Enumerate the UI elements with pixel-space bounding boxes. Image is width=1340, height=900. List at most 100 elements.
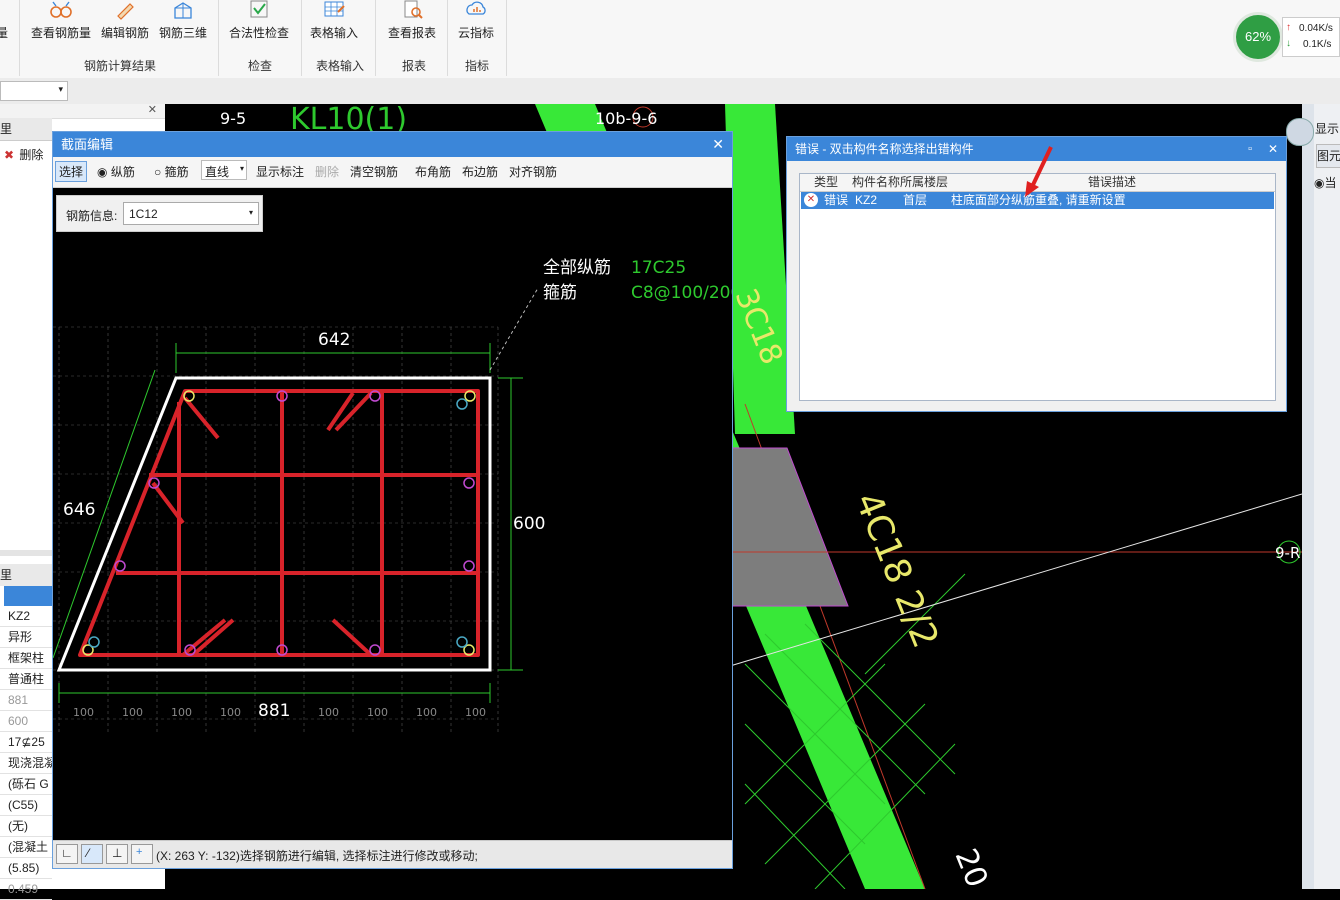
property-value[interactable]: 异形	[0, 627, 52, 648]
dim-left[interactable]: 646	[63, 500, 95, 520]
divider	[447, 0, 448, 76]
delete-icon: ✖	[4, 148, 15, 162]
grid	[53, 326, 499, 733]
network-speed-panel: ↑ 0.04K/s ↓ 0.1K/s	[1282, 17, 1340, 57]
leader-line	[489, 287, 539, 371]
all-longitudinal-value[interactable]: 17C25	[631, 258, 686, 278]
property-value[interactable]: 0.459	[0, 879, 52, 900]
rebar-points[interactable]	[82, 390, 476, 656]
group-label-check: 检查	[247, 59, 272, 73]
divider	[19, 0, 20, 76]
rebar-info-label: 钢筋信息:	[66, 209, 118, 223]
section-toolbar: 选择 ◉ 纵筋 ○ 箍筋 直线 ▾ 显示标注 删除 清空钢筋 布角筋 布边筋 对…	[53, 157, 732, 188]
line-type-select[interactable]: 直线 ▾	[201, 160, 247, 180]
property-value[interactable]: 普通柱	[0, 669, 52, 690]
property-value[interactable]: 现浇混凝	[0, 753, 52, 774]
left-tab[interactable]: 里	[0, 118, 52, 141]
dim-top[interactable]: 642	[318, 330, 350, 350]
property-value[interactable]: (5.85)	[0, 858, 52, 879]
floor-select[interactable]: ▾	[0, 81, 68, 101]
radio-icon: ◉	[1314, 176, 1325, 190]
beam-shape[interactable]	[725, 104, 795, 434]
cloud-index-button[interactable]: 云指标	[456, 0, 496, 48]
section-outline[interactable]	[56, 376, 492, 672]
dim-bottom[interactable]: 881	[258, 701, 290, 721]
delete-button[interactable]: 删除	[315, 163, 339, 180]
property-value[interactable]: KZ2	[0, 606, 52, 627]
angle-snap-button[interactable]: ⁄	[81, 844, 103, 864]
grid-label: 100	[416, 706, 437, 719]
edit-rebar-button[interactable]: 编辑钢筋	[99, 0, 151, 48]
axis-label: 9-5	[220, 109, 246, 128]
select-button[interactable]: 选择	[55, 161, 88, 182]
cube-icon	[174, 2, 192, 19]
rebar-info-box: 钢筋信息: 1C12 ▾	[56, 195, 263, 232]
upload-speed: 0.04K/s	[1299, 23, 1333, 34]
stirrup-value[interactable]: C8@100/200	[631, 283, 741, 303]
longitudinal-radio[interactable]: ◉ 纵筋	[97, 163, 135, 180]
layer-radio[interactable]: ◉当	[1314, 174, 1337, 191]
close-icon[interactable]: ✕	[712, 132, 724, 157]
left-tab-2[interactable]: 里	[0, 564, 52, 586]
error-component-name[interactable]: KZ2	[855, 192, 877, 209]
dim-right[interactable]: 600	[513, 514, 545, 534]
chevron-down-icon: ▾	[239, 164, 244, 173]
quantity-button[interactable]: 量	[0, 0, 10, 48]
column-header[interactable]: 构件名称	[852, 174, 900, 191]
ribbon-toolbar: 量 查看钢筋量 编辑钢筋 钢筋三维 合法性检查 表格输入 查看报表 云指标 钢筋…	[0, 0, 1340, 79]
view-rebar-quantity-button[interactable]: 查看钢筋量	[29, 0, 93, 48]
ortho-snap-button[interactable]: ∟	[56, 844, 78, 864]
column-shape[interactable]	[729, 447, 849, 607]
stirrup-radio[interactable]: ○ 箍筋	[154, 163, 189, 180]
validity-check-button[interactable]: 合法性检查	[227, 0, 291, 48]
property-value[interactable]: 881	[0, 690, 52, 711]
property-value[interactable]: (C55)	[0, 795, 52, 816]
delete-button[interactable]: ✖ 删除	[4, 146, 52, 164]
view-report-button[interactable]: 查看报表	[386, 0, 438, 48]
property-value[interactable]: (无)	[0, 816, 52, 837]
close-icon[interactable]: ✕	[1268, 137, 1278, 161]
property-value[interactable]: 17⊈25	[0, 732, 52, 753]
error-title: 错误 - 双击构件名称选择出错构件	[795, 142, 974, 156]
dialog-titlebar[interactable]: 截面编辑 ✕	[53, 132, 732, 157]
rebar-3d-button[interactable]: 钢筋三维	[157, 0, 209, 48]
property-value[interactable]: 框架柱	[0, 648, 52, 669]
red-arrow-annotation	[1025, 146, 1053, 197]
grid-label: 100	[220, 706, 241, 719]
display-label: 显示	[1315, 122, 1340, 136]
perpendicular-button[interactable]: ⊥	[106, 844, 128, 864]
property-value[interactable]: (混凝土	[0, 837, 52, 858]
report-search-icon	[404, 0, 423, 19]
chevron-down-icon: ▾	[58, 84, 63, 94]
grid-label: 100	[465, 706, 486, 719]
pencil-icon	[117, 3, 134, 20]
column-header[interactable]: 错误描述	[1088, 174, 1136, 191]
corner-rebar-button[interactable]: 布角筋	[415, 163, 451, 180]
annotation: 20	[948, 844, 995, 889]
table-input-button[interactable]: 表格输入	[308, 0, 360, 48]
section-canvas[interactable]: 全部纵筋 17C25 箍筋 C8@100/200 642 646 600 881…	[52, 188, 741, 843]
rebar-info-select[interactable]: 1C12 ▾	[123, 202, 259, 225]
table-icon	[324, 1, 345, 17]
error-dialog: 错误 - 双击构件名称选择出错构件 ▫ ✕ 类型 构件名称 所属楼层 错误描述 …	[786, 136, 1287, 412]
slash-icon: ⁄	[87, 846, 90, 860]
column-header[interactable]: 类型	[814, 174, 838, 191]
maximize-icon[interactable]: ▫	[1248, 137, 1252, 161]
network-percent-badge[interactable]: 62%	[1233, 12, 1283, 62]
all-longitudinal-label: 全部纵筋	[543, 258, 611, 278]
dialog-statusbar: ∟ ⁄ ⊥ + (X: 263 Y: -132)选择钢筋进行编辑, 选择标注进行…	[53, 840, 732, 868]
clear-rebar-button[interactable]: 清空钢筋	[350, 163, 398, 180]
layer-tab[interactable]: 图元	[1316, 144, 1340, 168]
grid-label: 100	[122, 706, 143, 719]
column-header[interactable]: 所属楼层	[900, 174, 948, 191]
property-value[interactable]: 600	[0, 711, 52, 732]
section-edit-dialog: 截面编辑 ✕ 选择 ◉ 纵筋 ○ 箍筋 直线 ▾ 显示标注 删除 清空钢筋 布角…	[52, 131, 741, 869]
close-icon[interactable]: ✕	[148, 103, 157, 116]
orbit-icon[interactable]	[1286, 118, 1314, 146]
show-dimension-button[interactable]: 显示标注	[256, 163, 304, 180]
property-value[interactable]: (砾石 G	[0, 774, 52, 795]
panel-header: ✕	[0, 104, 165, 119]
coordinate-button[interactable]: +	[131, 844, 153, 864]
edge-rebar-button[interactable]: 布边筋	[462, 163, 498, 180]
align-rebar-button[interactable]: 对齐钢筋	[509, 163, 557, 180]
